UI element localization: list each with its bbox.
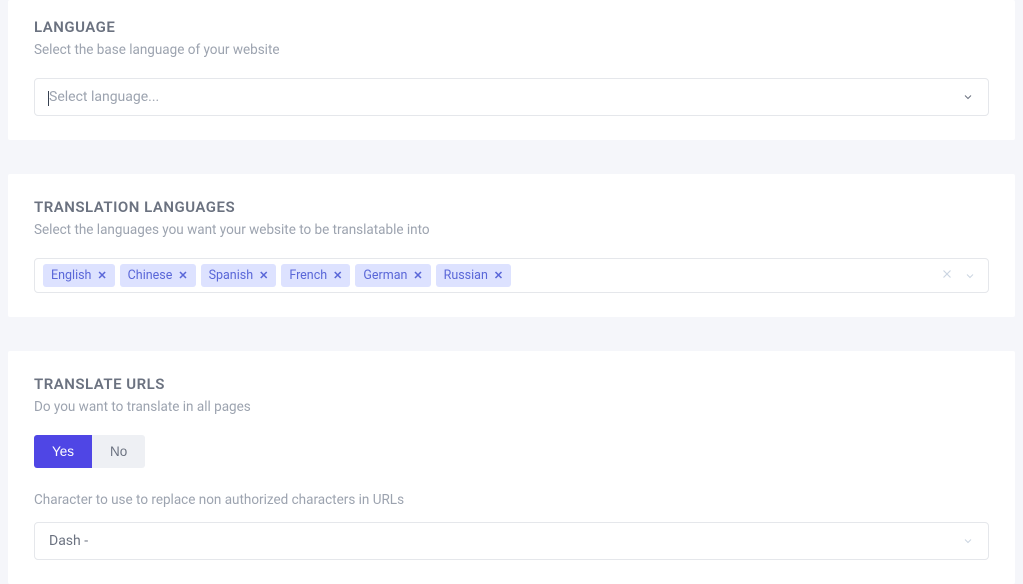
chevron-down-icon[interactable]: [964, 270, 976, 282]
language-tag-label: Chinese: [128, 268, 173, 283]
language-tag-label: German: [363, 268, 407, 283]
remove-tag-icon[interactable]: ✕: [259, 269, 268, 282]
remove-tag-icon[interactable]: ✕: [97, 269, 106, 282]
urls-char-label: Character to use to replace non authoriz…: [34, 492, 989, 508]
clear-all-icon[interactable]: [940, 266, 954, 285]
urls-title: TRANSLATE URLS: [34, 375, 989, 393]
chevron-down-icon: [962, 535, 974, 547]
toggle-yes-button[interactable]: Yes: [34, 435, 92, 468]
multiselect-actions: [940, 266, 980, 285]
remove-tag-icon[interactable]: ✕: [333, 269, 342, 282]
remove-tag-icon[interactable]: ✕: [413, 269, 422, 282]
translation-title: TRANSLATION LANGUAGES: [34, 198, 989, 216]
language-tag: German ✕: [355, 264, 430, 287]
language-tag-label: Spanish: [209, 268, 254, 283]
language-tag: Chinese ✕: [120, 264, 196, 287]
language-tag: French ✕: [281, 264, 350, 287]
translation-tags: English✕Chinese✕Spanish✕French✕German✕Ru…: [43, 264, 940, 287]
language-tag: Spanish ✕: [201, 264, 277, 287]
language-tag: Russian ✕: [436, 264, 511, 287]
language-title: LANGUAGE: [34, 18, 989, 36]
translate-urls-section: TRANSLATE URLS Do you want to translate …: [8, 351, 1015, 584]
remove-tag-icon[interactable]: ✕: [494, 269, 503, 282]
translation-desc: Select the languages you want your websi…: [34, 222, 989, 238]
translation-multiselect[interactable]: English✕Chinese✕Spanish✕French✕German✕Ru…: [34, 258, 989, 293]
language-desc: Select the base language of your website: [34, 42, 989, 58]
translate-urls-toggle: Yes No: [34, 435, 145, 468]
toggle-no-button[interactable]: No: [92, 435, 145, 468]
translation-languages-section: TRANSLATION LANGUAGES Select the languag…: [8, 174, 1015, 317]
language-select-placeholder: Select language...: [49, 89, 159, 105]
chevron-down-icon: [962, 91, 974, 103]
urls-char-value: Dash -: [49, 533, 88, 549]
remove-tag-icon[interactable]: ✕: [178, 269, 187, 282]
urls-desc: Do you want to translate in all pages: [34, 399, 989, 415]
language-section: LANGUAGE Select the base language of you…: [8, 0, 1015, 140]
language-tag: English ✕: [43, 264, 115, 287]
language-tag-label: Russian: [444, 268, 488, 283]
language-select[interactable]: Select language...: [34, 78, 989, 116]
language-tag-label: English: [51, 268, 91, 283]
urls-char-select[interactable]: Dash -: [34, 522, 989, 560]
language-tag-label: French: [289, 268, 327, 283]
